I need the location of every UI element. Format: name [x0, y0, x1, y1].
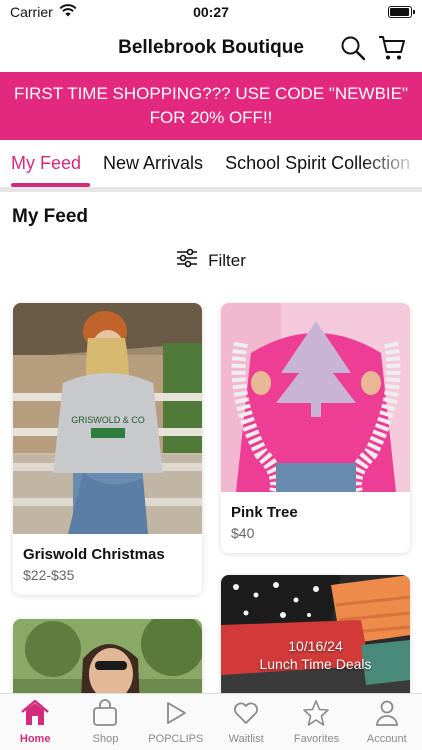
filter-icon [176, 248, 198, 273]
nav-label: Waitlist [228, 733, 264, 745]
tab-label: New Arrivals [103, 153, 204, 173]
nav-shop[interactable]: Shop [70, 694, 140, 750]
nav-label: Shop [92, 733, 119, 745]
product-image: 10/16/24 Lunch Time Deals [221, 575, 410, 705]
product-image: GRISWOLD & CO [13, 303, 202, 534]
carrier-label: Carrier [10, 4, 53, 20]
nav-label: Favorites [293, 733, 340, 745]
promo-text: FIRST TIME SHOPPING??? USE CODE "NEWBIE"… [13, 84, 409, 127]
nav-home[interactable]: Home [0, 694, 70, 750]
cart-icon[interactable] [378, 34, 406, 62]
heart-icon [232, 699, 260, 730]
tab-my-feed[interactable]: My Feed [0, 140, 92, 187]
product-price: $22-$35 [23, 567, 75, 583]
app-header: Bellebrook Boutique [0, 24, 422, 72]
nav-popclips[interactable]: POPCLIPS [141, 694, 211, 750]
page-title: My Feed [12, 206, 89, 227]
tabs-fade [362, 140, 422, 187]
product-image [221, 303, 410, 494]
deal-caption: Lunch Time Deals [259, 656, 372, 672]
tab-label: My Feed [11, 153, 82, 173]
svg-text:GRISWOLD & CO: GRISWOLD & CO [71, 415, 145, 425]
status-left: Carrier [10, 4, 77, 20]
search-icon[interactable] [340, 35, 366, 61]
category-tabs: My Feed New Arrivals School Spirit Colle… [0, 140, 422, 192]
nav-account[interactable]: Account [352, 694, 422, 750]
product-card[interactable]: 10/16/24 Lunch Time Deals [221, 575, 410, 705]
battery-icon [388, 6, 415, 18]
bottom-nav: Home Shop POPCLIPS Waitlist Favorites Ac… [0, 693, 422, 750]
play-icon [163, 699, 189, 730]
status-bar: Carrier 00:27 [0, 0, 422, 24]
filter-label: Filter [208, 250, 246, 270]
bag-icon [92, 699, 118, 730]
star-icon [302, 699, 330, 730]
filter-button[interactable]: Filter [0, 248, 422, 273]
nav-label: Home [19, 733, 51, 745]
deal-date: 10/16/24 [288, 638, 343, 654]
product-card[interactable]: Pink Tree $40 [221, 303, 410, 553]
battery-level [390, 8, 409, 16]
nav-favorites[interactable]: Favorites [281, 694, 351, 750]
product-price: $40 [231, 525, 255, 541]
nav-label: POPCLIPS [148, 733, 204, 745]
nav-waitlist[interactable]: Waitlist [211, 694, 281, 750]
person-icon [374, 699, 400, 730]
home-icon [20, 699, 50, 730]
promo-banner[interactable]: FIRST TIME SHOPPING??? USE CODE "NEWBIE"… [0, 72, 422, 140]
product-name: Pink Tree [231, 504, 298, 521]
app-title: Bellebrook Boutique [118, 37, 304, 58]
wifi-icon [59, 4, 77, 20]
product-name: Griswold Christmas [23, 546, 165, 563]
nav-label: Account [366, 733, 407, 745]
tab-new-arrivals[interactable]: New Arrivals [92, 140, 214, 187]
product-card[interactable]: GRISWOLD & CO Griswold Christmas $22-$35 [13, 303, 202, 595]
